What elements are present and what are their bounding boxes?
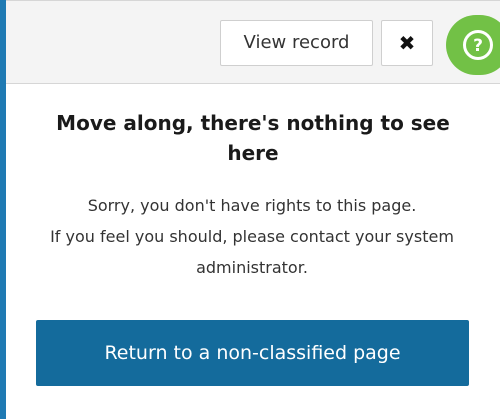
help-button[interactable]: ?	[446, 15, 500, 75]
close-icon: ✖	[398, 31, 416, 55]
notice-content: Move along, there's nothing to see here …	[6, 84, 500, 419]
message-line2: If you feel you should, please contact y…	[50, 227, 454, 246]
page-title-line2: here	[227, 141, 279, 165]
message-line1: Sorry, you don't have rights to this pag…	[87, 196, 417, 215]
page-title: Move along, there's nothing to see here	[16, 108, 490, 168]
close-button[interactable]: ✖	[381, 20, 433, 66]
svg-text:?: ?	[473, 36, 483, 56]
help-question-icon: ?	[463, 30, 493, 60]
return-to-non-classified-page-button[interactable]: Return to a non-classified page	[36, 320, 469, 386]
access-denied-panel: View record ✖ ? Move along, there's noth…	[0, 0, 500, 419]
panel-toolbar: View record ✖ ?	[6, 0, 500, 84]
page-title-line1: Move along, there's nothing to see	[56, 111, 450, 135]
permission-message: Sorry, you don't have rights to this pag…	[0, 190, 500, 283]
view-record-button[interactable]: View record	[220, 20, 373, 66]
message-line3: administrator.	[196, 258, 308, 277]
